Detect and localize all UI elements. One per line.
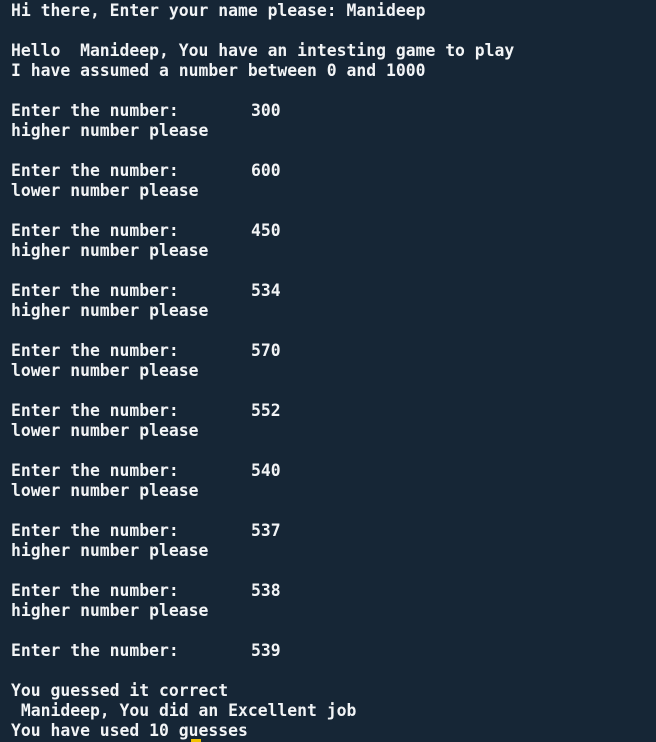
- hint-line: lower number please: [11, 361, 199, 380]
- guess-value: 539: [251, 641, 281, 660]
- prompt-label: Enter the number:: [11, 401, 179, 420]
- prompt-label: Enter the number:: [11, 521, 179, 540]
- result-line-count: You have used 10 guesses: [11, 721, 248, 740]
- prompt-line: Enter the number: 600: [11, 161, 656, 181]
- hello-line: Hello Manideep, You have an intesting ga…: [11, 41, 515, 60]
- prompt-label: Enter the number:: [11, 281, 179, 300]
- prompt-line: Enter the number: 538: [11, 581, 656, 601]
- prompt-label: Enter the number:: [11, 221, 179, 240]
- prompt-line: Enter the number: 570: [11, 341, 656, 361]
- hint-line: higher number please: [11, 601, 209, 620]
- result-line-praise: Manideep, You did an Excellent job: [11, 701, 357, 720]
- prompt-label: Enter the number:: [11, 101, 179, 120]
- hint-line: higher number please: [11, 541, 209, 560]
- prompt-line: Enter the number: 450: [11, 221, 656, 241]
- prompt-label: Enter the number:: [11, 641, 179, 660]
- hint-line: lower number please: [11, 421, 199, 440]
- prompt-label: Enter the number:: [11, 581, 179, 600]
- prompt-line: Enter the number: 552: [11, 401, 656, 421]
- prompt-line: Enter the number: 537: [11, 521, 656, 541]
- prompt-line: Enter the number: 300: [11, 101, 656, 121]
- prompt-label: Enter the number:: [11, 161, 179, 180]
- guess-value: 534: [251, 281, 281, 300]
- prompt-line: Enter the number: 534: [11, 281, 656, 301]
- prompt-line: Enter the number: 539: [11, 641, 656, 661]
- terminal-output: Hi there, Enter your name please: Manide…: [11, 1, 656, 741]
- hint-line: lower number please: [11, 481, 199, 500]
- guess-value: 570: [251, 341, 281, 360]
- greeting-line: Hi there, Enter your name please: Manide…: [11, 1, 426, 20]
- hint-line: higher number please: [11, 121, 209, 140]
- assumed-line: I have assumed a number between 0 and 10…: [11, 61, 426, 80]
- guess-value: 552: [251, 401, 281, 420]
- terminal-window[interactable]: Hi there, Enter your name please: Manide…: [0, 0, 656, 742]
- guess-value: 540: [251, 461, 281, 480]
- hint-line: lower number please: [11, 181, 199, 200]
- prompt-label: Enter the number:: [11, 341, 179, 360]
- guess-value: 538: [251, 581, 281, 600]
- prompt-line: Enter the number: 540: [11, 461, 656, 481]
- guess-value: 450: [251, 221, 281, 240]
- hint-line: higher number please: [11, 301, 209, 320]
- hint-line: higher number please: [11, 241, 209, 260]
- guess-value: 600: [251, 161, 281, 180]
- guess-value: 537: [251, 521, 281, 540]
- guess-value: 300: [251, 101, 281, 120]
- prompt-label: Enter the number:: [11, 461, 179, 480]
- result-line-correct: You guessed it correct: [11, 681, 229, 700]
